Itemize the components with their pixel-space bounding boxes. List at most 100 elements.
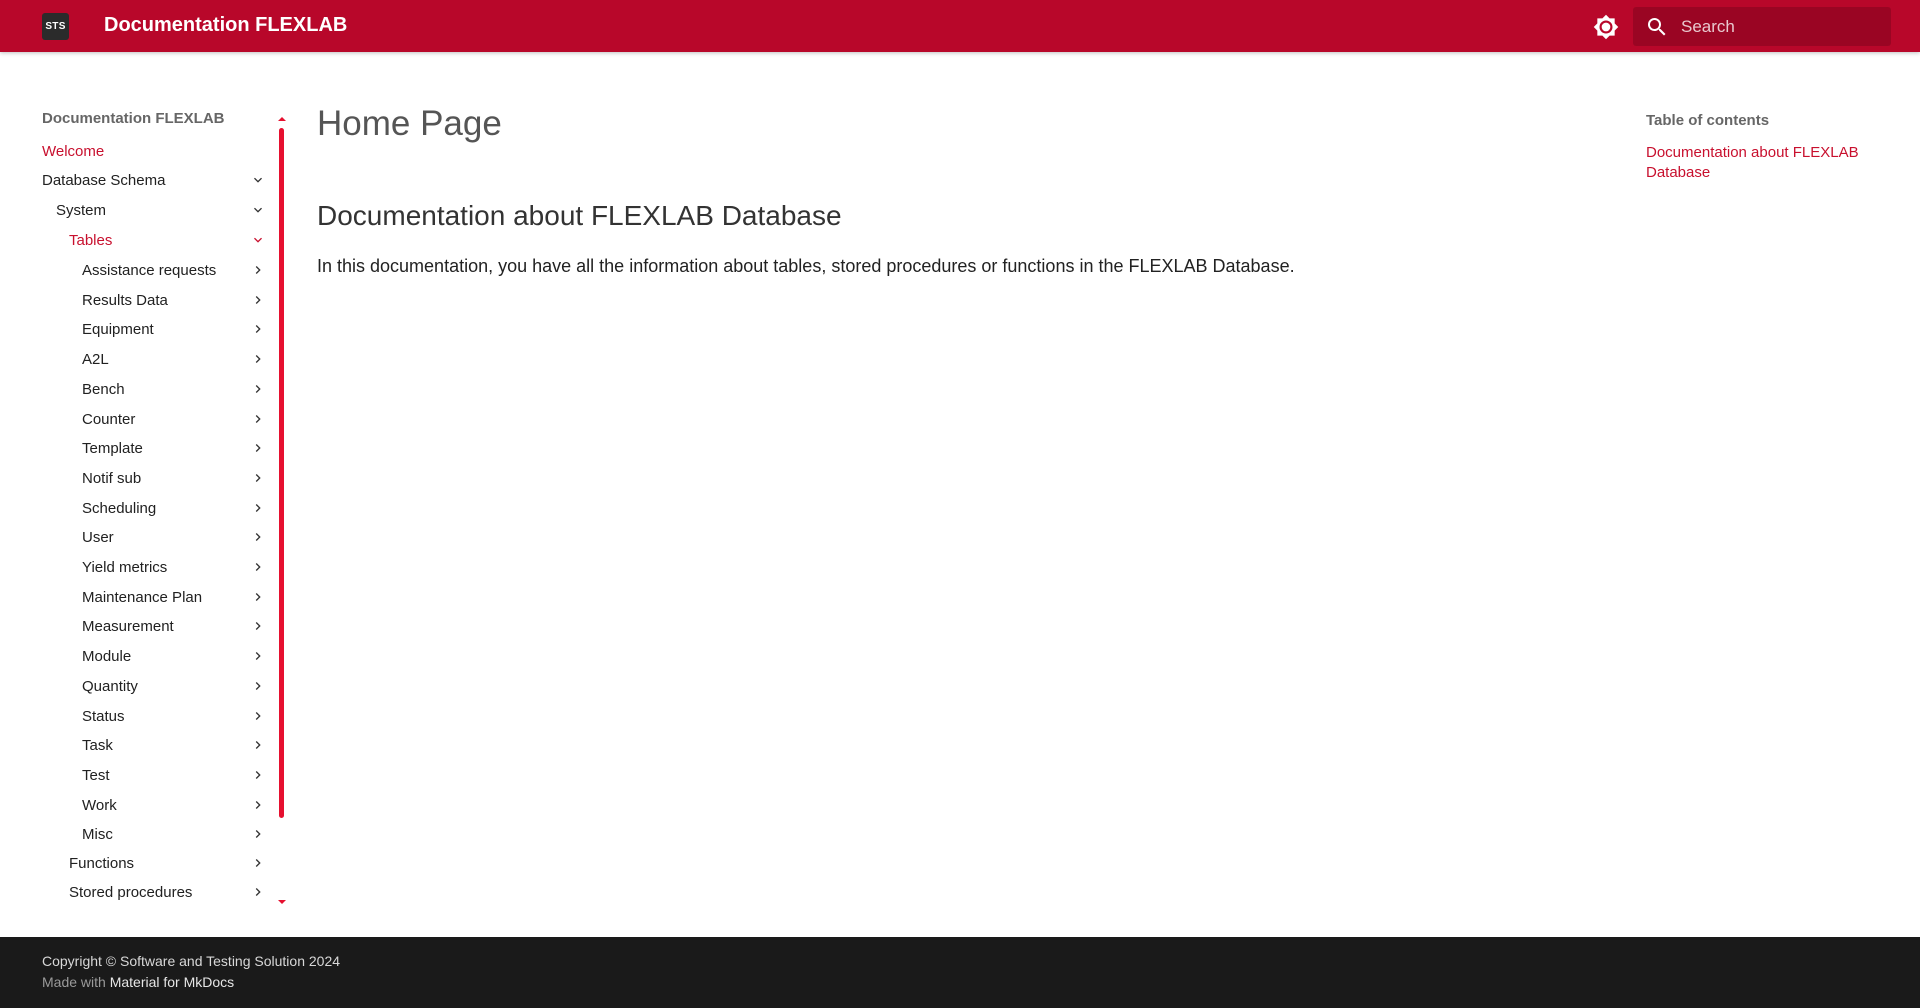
nav-item-table[interactable]: Maintenance Plan (82, 585, 202, 609)
nav-item-database-schema[interactable]: Database Schema (42, 168, 165, 192)
nav-item-table[interactable]: Results Data (82, 288, 168, 312)
nav-item-label: Task (82, 736, 113, 754)
nav-item-label: Bench (82, 380, 125, 398)
chevron-right-icon[interactable] (250, 678, 266, 694)
section-heading: Documentation about FLEXLAB Database (317, 200, 842, 231)
nav-item-table[interactable]: Scheduling (82, 496, 156, 520)
header-bar: STS Documentation FLEXLAB (0, 0, 1920, 52)
nav-item-label: Quantity (82, 677, 138, 695)
nav-item-label: Maintenance Plan (82, 588, 203, 606)
chevron-right-icon[interactable] (250, 826, 266, 842)
nav-item-table[interactable]: Misc (82, 822, 113, 846)
chevron-right-icon[interactable] (250, 618, 266, 634)
table-of-contents: Table of contents Documentation about FL… (1646, 112, 1886, 183)
nav-item-table[interactable]: Yield metrics (82, 555, 167, 579)
chevron-right-icon[interactable] (250, 262, 266, 278)
nav-item-table[interactable]: Notif sub (82, 466, 141, 490)
made-with-text: Made with Material for MkDocs (42, 974, 234, 990)
search-box[interactable] (1633, 7, 1891, 46)
mkdocs-link[interactable]: Material for MkDocs (110, 974, 234, 990)
nav-item-label: Tables (69, 231, 113, 249)
nav-item-table[interactable]: Bench (82, 377, 125, 401)
brightness-icon[interactable] (1593, 14, 1619, 40)
nav-item-table[interactable]: Template (82, 436, 143, 460)
nav-item-table[interactable]: Quantity (82, 674, 138, 698)
nav-item-label: Misc (82, 825, 113, 843)
chevron-down-icon[interactable] (250, 202, 266, 218)
chevron-down-icon[interactable] (250, 232, 266, 248)
nav-item-label: Assistance requests (82, 261, 217, 279)
nav-item-label: Counter (82, 410, 136, 428)
nav-item-label: Template (82, 439, 143, 457)
sidebar-scrollbar[interactable] (279, 128, 284, 818)
nav-item-label: System (56, 201, 107, 219)
nav-item-label: Module (82, 647, 132, 665)
nav-item-label: Yield metrics (82, 558, 168, 576)
main-content: Home Page Documentation about FLEXLAB Da… (317, 104, 1567, 276)
made-with-prefix: Made with (42, 974, 106, 990)
nav-item-table[interactable]: Test (82, 763, 110, 787)
chevron-right-icon[interactable] (250, 500, 266, 516)
chevron-right-icon[interactable] (250, 292, 266, 308)
nav-item-functions[interactable]: Functions (69, 851, 134, 875)
site-title[interactable]: Documentation FLEXLAB (104, 14, 347, 37)
nav-item-label: Equipment (82, 320, 154, 338)
nav-item-table[interactable]: Task (82, 733, 113, 757)
nav-item-label: Work (82, 796, 117, 814)
chevron-right-icon[interactable] (250, 797, 266, 813)
nav-item-table[interactable]: A2L (82, 347, 109, 371)
chevron-right-icon[interactable] (250, 708, 266, 724)
nav-item-label: User (82, 528, 114, 546)
nav-item-label: Status (82, 707, 125, 725)
nav-item-label: Stored procedures (69, 883, 193, 901)
nav-item-welcome[interactable]: Welcome (42, 139, 104, 163)
scroll-up-arrow[interactable] (278, 117, 286, 121)
chevron-right-icon[interactable] (250, 470, 266, 486)
chevron-right-icon[interactable] (250, 767, 266, 783)
nav-item-table[interactable]: Measurement (82, 614, 174, 638)
chevron-right-icon[interactable] (250, 648, 266, 664)
chevron-right-icon[interactable] (250, 440, 266, 456)
nav-item-label: Measurement (82, 617, 174, 635)
nav-section-title: Documentation FLEXLAB (42, 110, 225, 127)
nav-item-label: Scheduling (82, 499, 157, 517)
chevron-right-icon[interactable] (250, 855, 266, 871)
chevron-right-icon[interactable] (250, 589, 266, 605)
nav-item-table[interactable]: User (82, 525, 114, 549)
nav-item-table[interactable]: Status (82, 704, 125, 728)
search-icon (1645, 15, 1669, 39)
nav-item-tables[interactable]: Tables (69, 228, 112, 252)
search-input[interactable] (1681, 16, 1881, 37)
nav-item-label: Functions (69, 854, 135, 872)
nav-item-table[interactable]: Counter (82, 407, 135, 431)
chevron-right-icon[interactable] (250, 529, 266, 545)
nav-item-label: Welcome (42, 142, 105, 160)
nav-item-table[interactable]: Equipment (82, 317, 154, 341)
logo[interactable]: STS (42, 13, 69, 40)
chevron-right-icon[interactable] (250, 411, 266, 427)
chevron-right-icon[interactable] (250, 737, 266, 753)
nav-item-label: Notif sub (82, 469, 142, 487)
chevron-right-icon[interactable] (250, 381, 266, 397)
chevron-right-icon[interactable] (250, 559, 266, 575)
nav-item-table[interactable]: Assistance requests (82, 258, 216, 282)
chevron-right-icon[interactable] (250, 351, 266, 367)
nav-item-table[interactable]: Work (82, 793, 117, 817)
page-title: Home Page (317, 104, 502, 143)
chevron-right-icon[interactable] (250, 321, 266, 337)
chevron-right-icon[interactable] (250, 884, 266, 900)
nav-item-label: A2L (82, 350, 109, 368)
chevron-down-icon[interactable] (250, 172, 266, 188)
toc-link[interactable]: Documentation about FLEXLAB Database (1646, 143, 1886, 183)
toc-title: Table of contents (1646, 112, 1770, 129)
intro-paragraph: In this documentation, you have all the … (317, 256, 1295, 276)
nav-item-label: Test (82, 766, 110, 784)
footer: Copyright © Software and Testing Solutio… (0, 937, 1920, 1008)
copyright-text: Copyright © Software and Testing Solutio… (42, 953, 341, 969)
nav-item-system[interactable]: System (56, 198, 106, 222)
scroll-down-arrow[interactable] (278, 900, 286, 904)
nav-item-label: Results Data (82, 291, 168, 309)
nav-item-stored-procedures[interactable]: Stored procedures (69, 880, 192, 904)
nav-item-label: Database Schema (42, 171, 166, 189)
nav-item-table[interactable]: Module (82, 644, 131, 668)
